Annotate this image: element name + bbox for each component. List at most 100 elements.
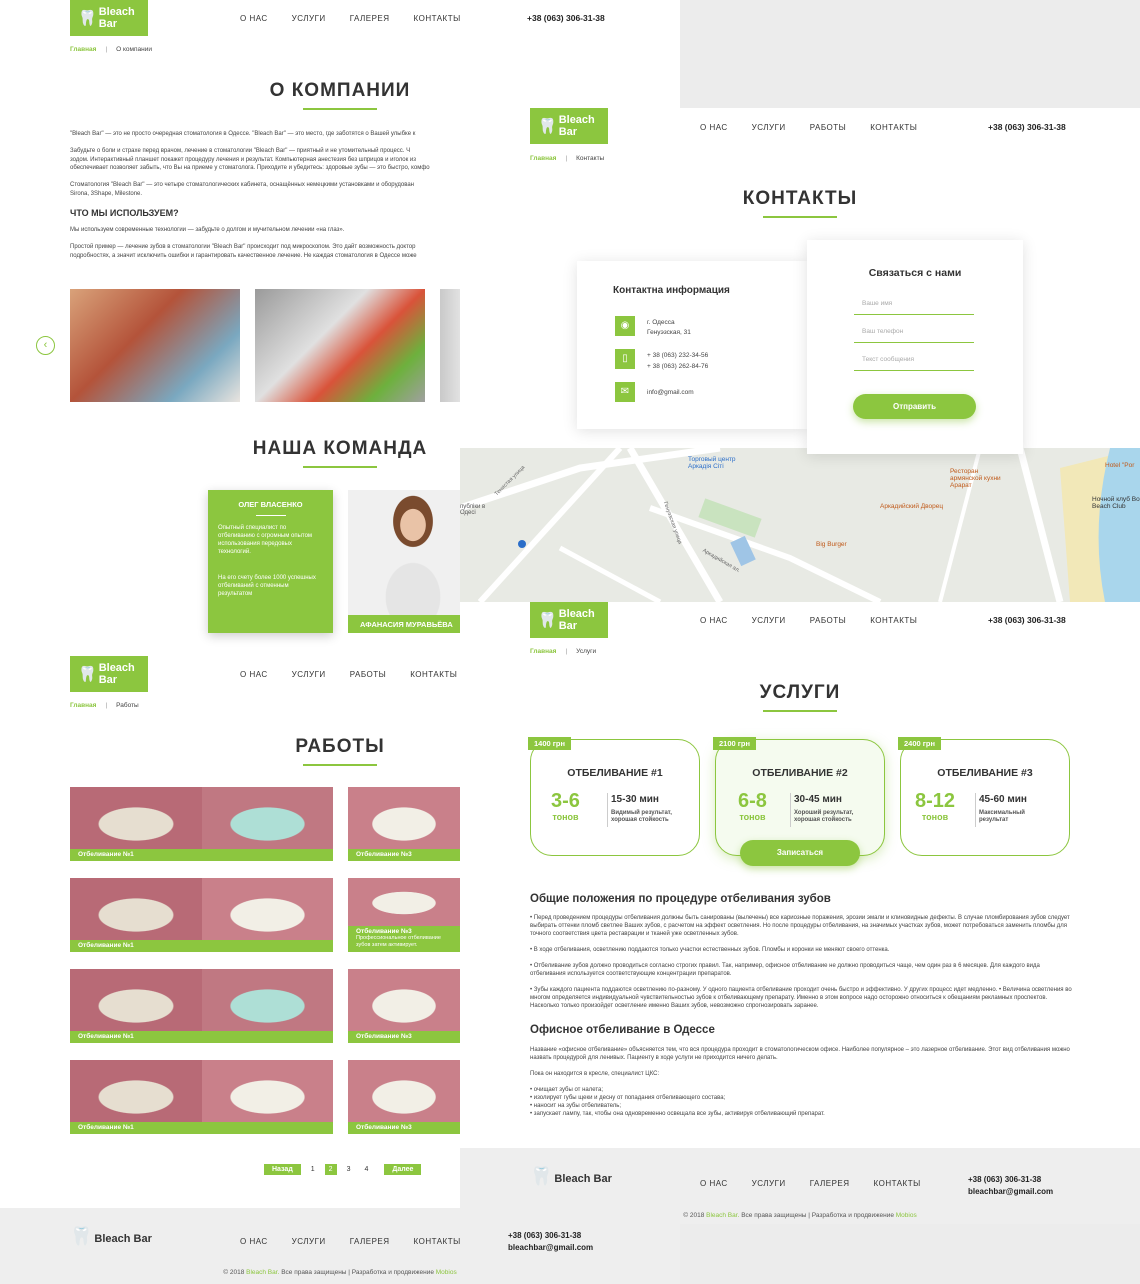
page-1[interactable]: 1 (307, 1164, 319, 1175)
logo-text: Bleach Bar (558, 608, 595, 632)
work-item[interactable]: Отбеливание №3 Профессиональное отбелива… (348, 878, 460, 952)
work-item[interactable]: Отбеливание №1 (70, 1060, 333, 1134)
section-heading-office: Офисное отбеливание в Одессе (530, 1024, 715, 1036)
nav-services[interactable]: УСЛУГИ (752, 123, 786, 132)
general-text: • Перед проведением процедуры отбеливани… (530, 915, 1072, 1009)
logo-text: Bleach Bar (98, 662, 135, 686)
tooth-icon: 🦷 (78, 666, 97, 683)
footer-nav-contacts[interactable]: КОНТАКТЫ (414, 1237, 461, 1246)
service-name: ОТБЕЛИВАНИЕ #2 (752, 767, 848, 779)
map-label-restaurant: Ресторан армянской кухни Арарат (950, 468, 1001, 489)
work-item[interactable]: Отбеливание №3 (348, 787, 460, 861)
nav-works[interactable]: РАБОТЫ (350, 670, 387, 679)
nav-contacts[interactable]: КОНТАКТЫ (414, 14, 461, 23)
slider-prev-button[interactable]: ‹ (36, 336, 55, 355)
nav-services[interactable]: УСЛУГИ (292, 14, 326, 23)
breadcrumb-home[interactable]: Главная (530, 648, 556, 655)
footer-nav-gallery[interactable]: ГАЛЕРЕЯ (810, 1179, 850, 1188)
service-card-1[interactable]: 1400 грн ОТБЕЛИВАНИЕ #1 3-6 тонов 15-30 м… (528, 737, 700, 856)
footer-phone[interactable]: +38 (063) 306-31-38 (508, 1230, 593, 1242)
service-desc: Хороший результат, хорошая стойкость (794, 810, 854, 823)
phone-1[interactable]: + 38 (063) 232-34-56 (647, 350, 708, 361)
phones: + 38 (063) 232-34-56 + 38 (063) 262-84-76 (647, 350, 708, 372)
form-title: Связаться с нами (868, 267, 962, 279)
service-time: 30-45 мин (794, 794, 842, 805)
page-2[interactable]: 2 (324, 1164, 337, 1175)
footer-logo[interactable]: 🦷 Bleach Bar (530, 1166, 612, 1187)
logo[interactable]: 🦷 Bleach Bar (70, 0, 148, 36)
footer-nav-about[interactable]: О НАС (240, 1237, 268, 1246)
footer-logo[interactable]: 🦷 Bleach Bar (70, 1226, 152, 1247)
logo[interactable]: 🦷 Bleach Bar (530, 108, 608, 144)
work-item[interactable]: Отбеливание №3 (348, 969, 460, 1043)
breadcrumb-home[interactable]: Главная (530, 155, 556, 162)
footer-phone[interactable]: +38 (063) 306-31-38 (968, 1174, 1053, 1186)
phone-2[interactable]: + 38 (063) 262-84-76 (647, 361, 708, 372)
email-link[interactable]: info@gmail.com (647, 389, 694, 396)
nav-contacts[interactable]: КОНТАКТЫ (410, 670, 457, 679)
nav-about[interactable]: О НАС (240, 14, 268, 23)
nav-gallery[interactable]: ГАЛЕРЕЯ (350, 14, 390, 23)
nav-services[interactable]: УСЛУГИ (292, 670, 326, 679)
nav-about[interactable]: О НАС (240, 670, 268, 679)
tooth-icon: 🦷 (530, 1166, 553, 1186)
footer-nav-services[interactable]: УСЛУГИ (292, 1237, 326, 1246)
works-page: 🦷 Bleach Bar О НАС УСЛУГИ РАБОТЫ КОНТАКТЫ… (0, 648, 470, 1208)
nav-works[interactable]: РАБОТЫ (810, 616, 847, 625)
nav-services[interactable]: УСЛУГИ (752, 616, 786, 625)
nav-works[interactable]: РАБОТЫ (810, 123, 847, 132)
footer-nav-services[interactable]: УСЛУГИ (752, 1179, 786, 1188)
team-card-1: ОЛЕГ ВЛАСЕНКО Опытный специалист по отбе… (208, 490, 333, 633)
breadcrumb: Главная | О компании (70, 46, 152, 53)
prev-page-button[interactable]: Назад (264, 1164, 301, 1175)
main-nav: О НАС УСЛУГИ РАБОТЫ КОНТАКТЫ (700, 616, 917, 625)
work-label: Отбеливание №3 (356, 928, 412, 935)
name-field[interactable]: Ваше имя (854, 298, 974, 315)
header-phone[interactable]: +38 (063) 306-31-38 (988, 122, 1066, 132)
team-card-2: АФАНАСИЯ МУРАВЬЁВА (348, 490, 468, 633)
breadcrumb-current: Услуги (576, 648, 597, 655)
logo[interactable]: 🦷 Bleach Bar (530, 602, 608, 638)
submit-button[interactable]: Отправить (853, 394, 976, 419)
work-label: Отбеливание №1 (70, 849, 333, 861)
work-item[interactable]: Отбеливание №3 (348, 1060, 460, 1134)
logo[interactable]: 🦷 Bleach Bar (70, 656, 148, 692)
about-text: "Bleach Bar" — это не просто очередная с… (70, 131, 430, 197)
nav-contacts[interactable]: КОНТАКТЫ (870, 616, 917, 625)
page-4[interactable]: 4 (360, 1164, 372, 1175)
page-title: О КОМПАНИИ (220, 80, 460, 110)
breadcrumb-home[interactable]: Главная (70, 46, 96, 53)
service-card-2[interactable]: 2100 грн ОТБЕЛИВАНИЕ #2 6-8 тонов 30-45 м… (713, 737, 885, 856)
footer-email[interactable]: bleachbar@gmail.com (508, 1242, 593, 1254)
nav-contacts[interactable]: КОНТАКТЫ (870, 123, 917, 132)
page-title: РАБОТЫ (220, 736, 460, 766)
footer-nav-gallery[interactable]: ГАЛЕРЕЯ (350, 1237, 390, 1246)
footer-left: 🦷 Bleach Bar О НАС УСЛУГИ ГАЛЕРЕЯ КОНТАКТ… (0, 1208, 680, 1284)
logo-text: Bleach Bar (558, 114, 595, 138)
service-card-3[interactable]: 2400 грн ОТБЕЛИВАНИЕ #3 8-12 тонов 45-60 … (898, 737, 1070, 856)
service-name: ОТБЕЛИВАНИЕ #1 (567, 767, 663, 779)
tooth-icon: 🦷 (538, 118, 557, 135)
header-phone[interactable]: +38 (063) 306-31-38 (988, 615, 1066, 625)
footer-nav: О НАС УСЛУГИ ГАЛЕРЕЯ КОНТАКТЫ (240, 1237, 461, 1246)
footer-nav-contacts[interactable]: КОНТАКТЫ (874, 1179, 921, 1188)
next-page-button[interactable]: Далее (384, 1164, 422, 1175)
work-item[interactable]: Отбеливание №1 (70, 969, 333, 1043)
footer-email[interactable]: bleachbar@gmail.com (968, 1186, 1053, 1198)
signup-button[interactable]: Записаться (740, 840, 860, 866)
header-phone[interactable]: +38 (063) 306-31-38 (527, 13, 605, 23)
message-field[interactable]: Текст сообщения (854, 354, 974, 371)
nav-about[interactable]: О НАС (700, 123, 728, 132)
map-pin-icon[interactable] (518, 540, 526, 548)
work-item[interactable]: Отбеливание №1 (70, 878, 333, 952)
breadcrumb-home[interactable]: Главная (70, 702, 96, 709)
work-item[interactable]: Отбеливание №1 (70, 787, 333, 861)
service-tones: 3-6 тонов (551, 790, 580, 822)
work-label: Отбеливание №1 (70, 940, 333, 952)
page-3[interactable]: 3 (343, 1164, 355, 1175)
tooth-icon: 🦷 (78, 10, 97, 27)
nav-about[interactable]: О НАС (700, 616, 728, 625)
map[interactable]: Торговый центр Аркадія Сіті Ресторан арм… (460, 448, 1140, 602)
footer-nav-about[interactable]: О НАС (700, 1179, 728, 1188)
phone-field[interactable]: Ваш телефон (854, 326, 974, 343)
